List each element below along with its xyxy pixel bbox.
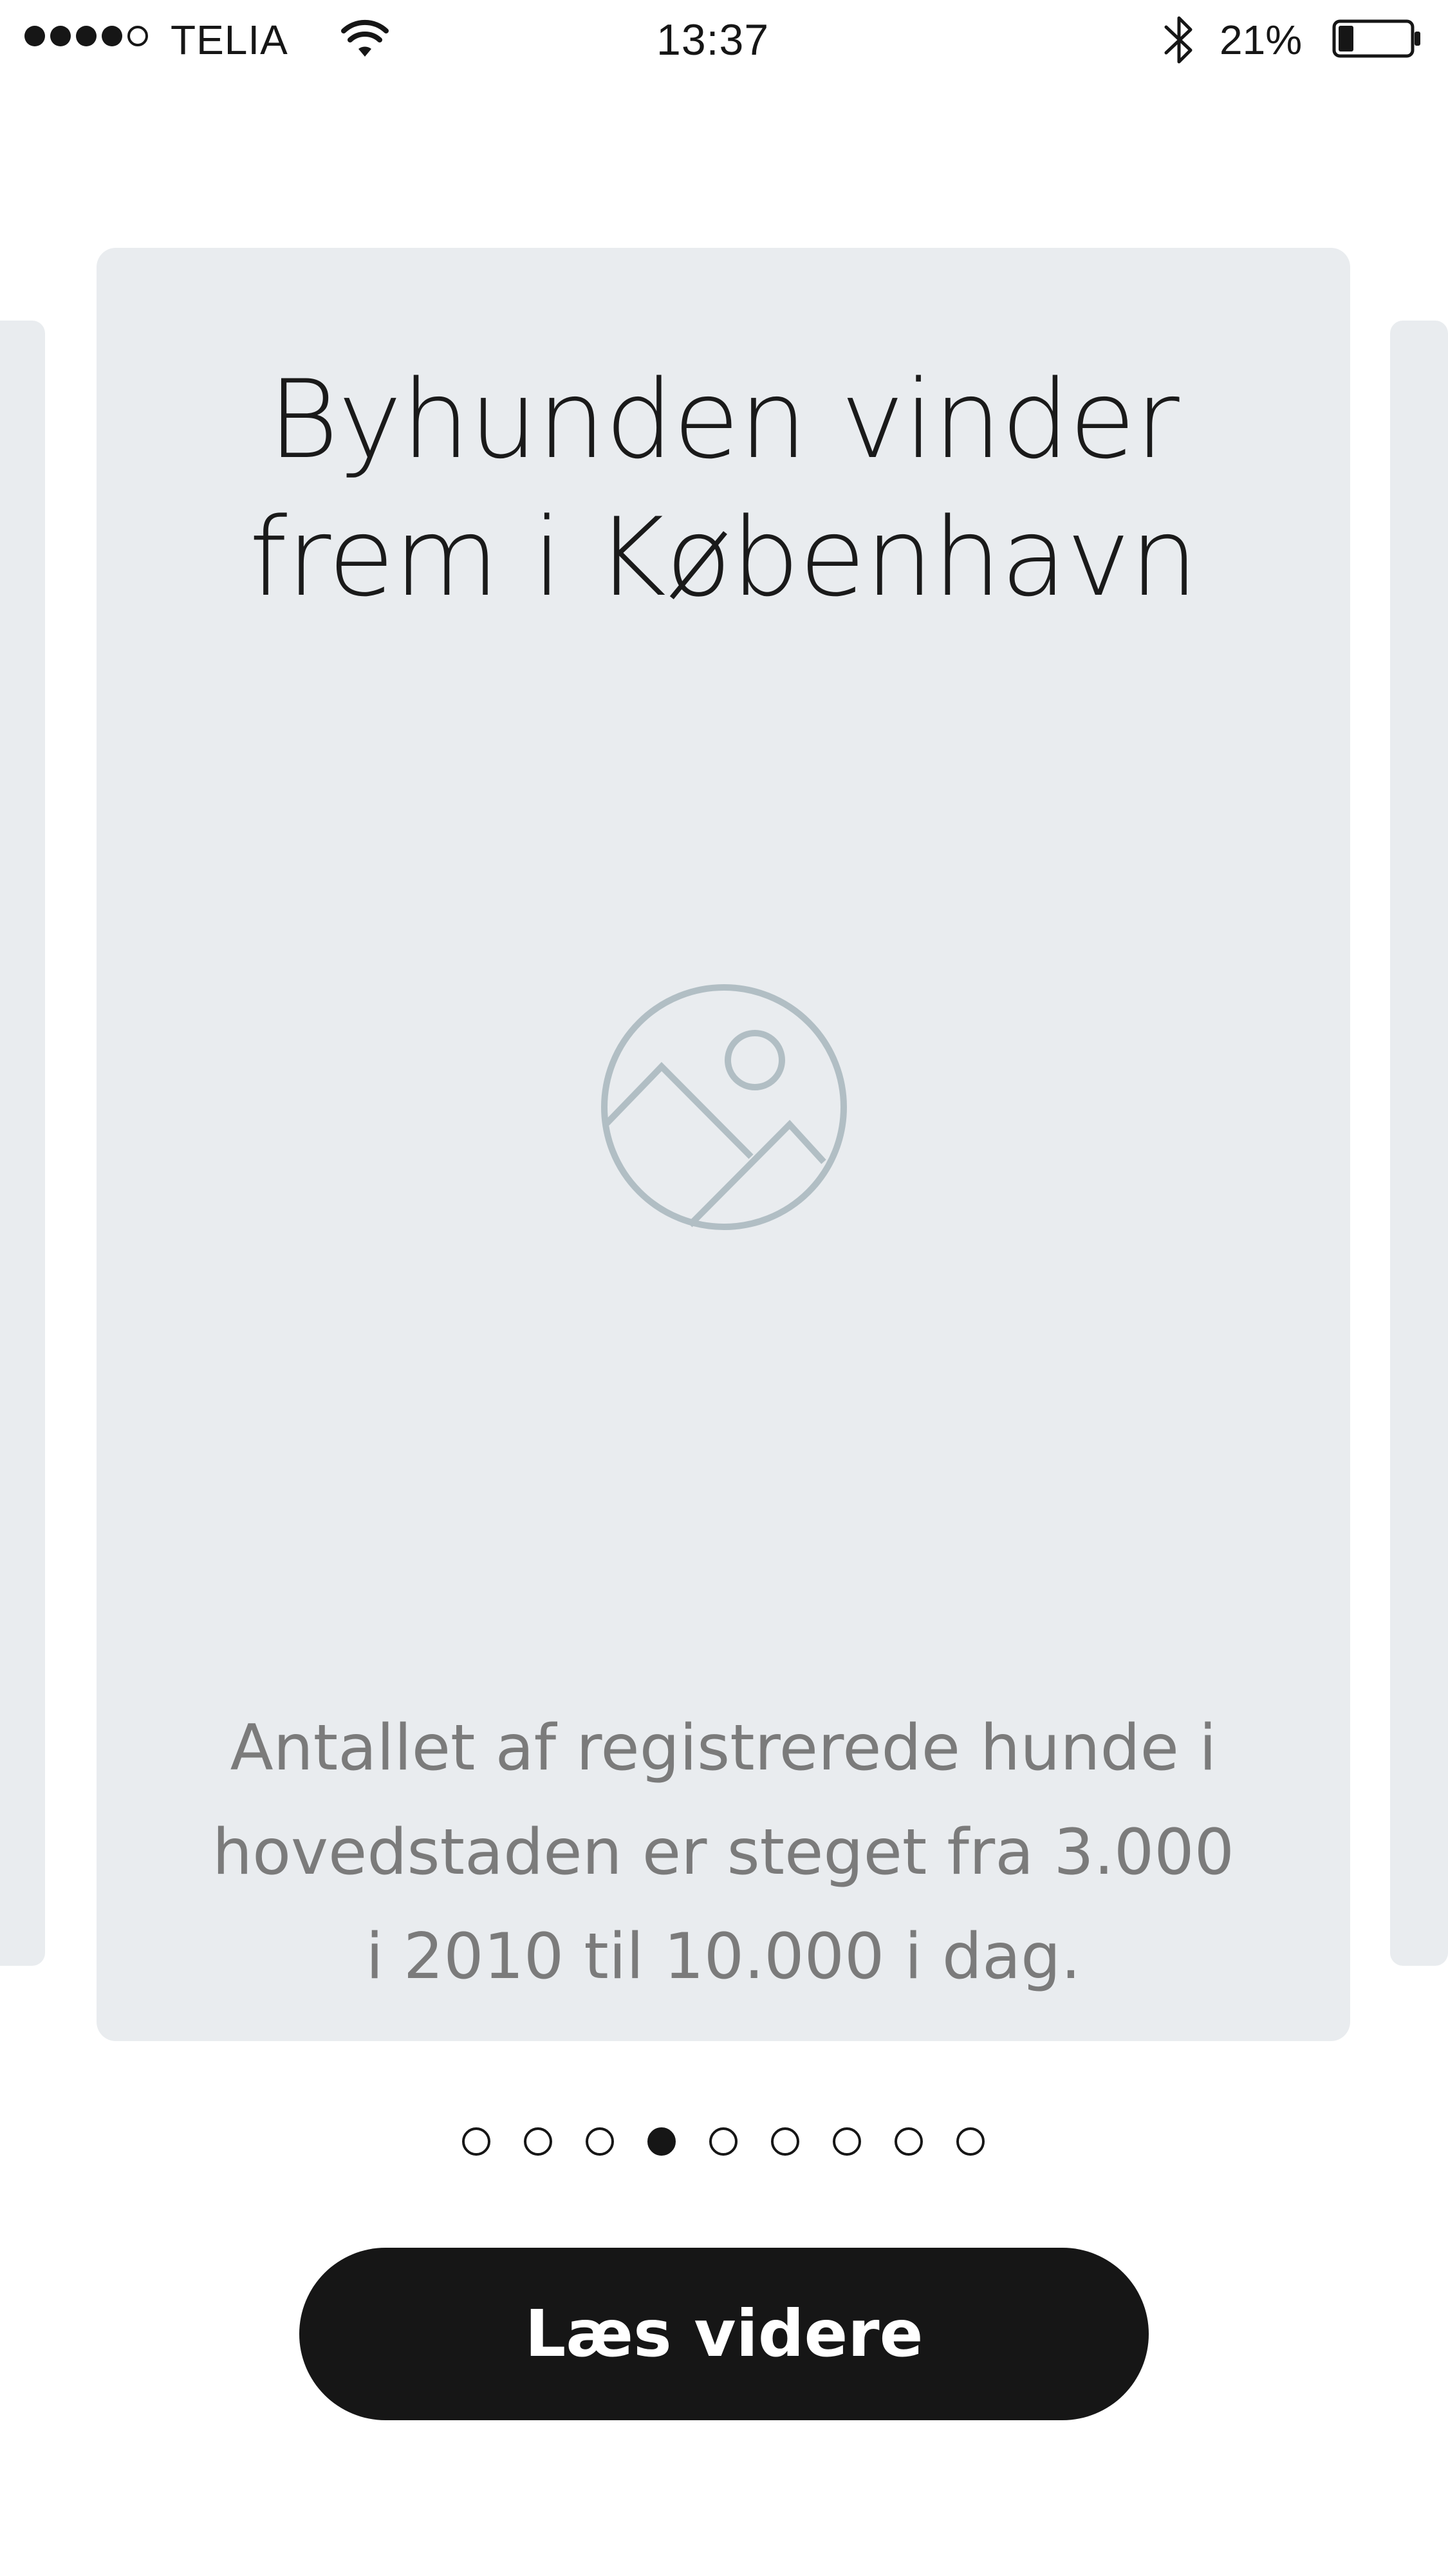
card-title-line: Byhunden vinder xyxy=(268,357,1179,483)
pagination-dot[interactable] xyxy=(709,2127,738,2156)
card-description: Antallet af registrerede hunde i hovedst… xyxy=(200,1696,1247,2009)
carousel-pagination xyxy=(462,2127,985,2156)
signal-strength-icon xyxy=(24,26,148,46)
card-description-line: i 2010 til 10.000 i dag. xyxy=(366,1920,1081,1993)
pagination-dot[interactable] xyxy=(524,2127,552,2156)
pagination-dot-active[interactable] xyxy=(647,2127,676,2156)
signal-dot xyxy=(102,26,122,46)
status-time: 13:37 xyxy=(656,15,770,64)
wifi-icon xyxy=(341,19,389,57)
bluetooth-icon xyxy=(1164,16,1193,64)
card-title-line: frem i København xyxy=(249,494,1198,621)
next-card-peek[interactable] xyxy=(1390,321,1448,1966)
battery-icon xyxy=(1332,19,1420,58)
pagination-dot[interactable] xyxy=(586,2127,614,2156)
pagination-dot[interactable] xyxy=(771,2127,799,2156)
battery-percentage: 21% xyxy=(1220,17,1303,63)
image-placeholder-icon xyxy=(601,984,847,1230)
carrier-name: TELIA xyxy=(171,17,288,63)
card-title: Byhunden vinder frem i København xyxy=(97,351,1350,626)
previous-card-peek[interactable] xyxy=(0,321,45,1966)
signal-dot xyxy=(50,26,71,46)
read-more-button[interactable]: Læs videre xyxy=(299,2248,1149,2420)
signal-dot xyxy=(76,26,97,46)
card-description-line: Antallet af registrerede hunde i xyxy=(230,1712,1217,1785)
signal-dot-empty xyxy=(127,26,148,46)
article-card[interactable]: Byhunden vinder frem i København Antalle… xyxy=(97,248,1350,2041)
pagination-dot[interactable] xyxy=(956,2127,985,2156)
pagination-dot[interactable] xyxy=(833,2127,861,2156)
card-description-line: hovedstaden er steget fra 3.000 xyxy=(212,1816,1234,1889)
signal-dot xyxy=(24,26,45,46)
status-bar: TELIA 13:37 21% xyxy=(0,0,1448,80)
pagination-dot[interactable] xyxy=(895,2127,923,2156)
pagination-dot[interactable] xyxy=(462,2127,490,2156)
